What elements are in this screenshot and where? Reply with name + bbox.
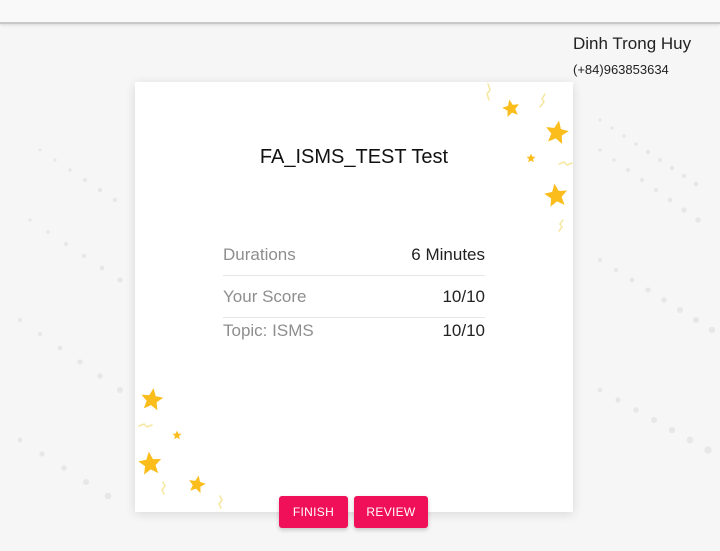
top-bar [0, 0, 720, 24]
topic-label: Topic: ISMS [223, 321, 314, 340]
durations-label: Durations [223, 245, 296, 264]
star-icon [172, 430, 182, 440]
score-label: Your Score [223, 287, 307, 306]
test-title: FA_ISMS_TEST Test [259, 146, 449, 168]
durations-value: 6 Minutes [411, 245, 485, 264]
star-icon [187, 473, 208, 494]
user-phone: (+84)963853634 [573, 62, 669, 77]
topic-value: 10/10 [442, 321, 485, 340]
finish-button[interactable]: FINISH [279, 496, 348, 528]
review-button[interactable]: REVIEW [354, 496, 428, 528]
star-icon [139, 386, 165, 411]
row-divider [223, 317, 485, 318]
star-icon [543, 118, 571, 145]
result-row-score: Your Score 10/10 [223, 287, 485, 307]
star-icon [500, 97, 521, 118]
result-row-topic: Topic: ISMS 10/10 [223, 321, 485, 341]
star-icon [543, 182, 569, 208]
score-value: 10/10 [442, 287, 485, 306]
row-divider [223, 275, 485, 276]
result-card: FA_ISMS_TEST Test Durations 6 Minutes Yo… [135, 82, 573, 512]
result-row-durations: Durations 6 Minutes [223, 245, 485, 265]
star-icon [137, 450, 163, 476]
user-name: Dinh Trong Huy [573, 34, 692, 53]
